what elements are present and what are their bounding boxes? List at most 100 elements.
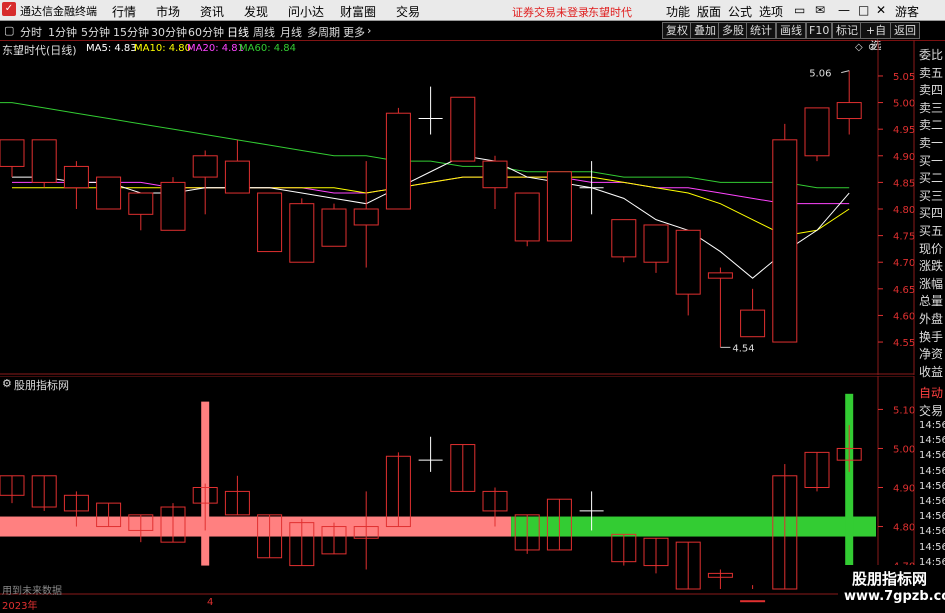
candle-body (675, 229, 701, 295)
main-kline-panel[interactable]: 5.05 5.00 4.95 4.90 4.85 4.80 4.75 4.70 4.65 4.60… (0, 39, 945, 375)
watermark-box: 股朋指标网 www.7gpzb.com (838, 565, 945, 609)
menu-gongshi[interactable]: 公式 (728, 3, 752, 20)
candle-body (836, 102, 862, 120)
collapse-icon[interactable]: ⊘ (868, 42, 876, 53)
candle-body (63, 165, 89, 189)
tongji-button[interactable]: 统计 (746, 22, 776, 39)
menu-jiaoyi[interactable]: 交易 (396, 3, 420, 20)
candle-body (482, 160, 508, 189)
green-cross-bar (845, 393, 854, 566)
maximize-icon[interactable]: □ (858, 3, 869, 17)
minimize-icon[interactable]: — (838, 3, 850, 17)
indicator-panel[interactable]: 5.105.004.904.804.70 (0, 375, 945, 609)
back-button[interactable]: 返回 (890, 22, 920, 39)
period-multi[interactable]: 多周期 (307, 24, 340, 40)
quote-label: 卖二 (919, 118, 944, 133)
period-weekly[interactable]: 周线 (253, 24, 275, 40)
indicator-candle-body (740, 600, 766, 603)
period-15min[interactable]: 15分钟 (113, 24, 149, 40)
auto-trade-toggle[interactable]: 自动 (919, 384, 943, 401)
menu-xuanxiang[interactable]: 选项 (759, 3, 783, 20)
price-tick-label: 4.95 (893, 125, 915, 136)
price-tick-label: 5.05 (893, 72, 915, 83)
menu-banmian[interactable]: 版面 (697, 3, 721, 20)
green-band (511, 516, 876, 537)
menu-shichang[interactable]: 市场 (156, 3, 180, 20)
quote-label: 卖一 (919, 136, 944, 150)
trade-login-notice[interactable]: 证券交易未登录 (512, 4, 589, 20)
quote-label: 涨幅 (919, 276, 944, 291)
period-fenshi[interactable]: 分时 (20, 24, 42, 40)
menu-wenxiaoda[interactable]: 问小达 (288, 3, 324, 20)
skin-icon[interactable]: ▭ (794, 3, 805, 17)
period-5min[interactable]: 5分钟 (81, 24, 110, 40)
settings-icon[interactable]: ◇ (855, 42, 863, 53)
indicator-tick-label: 4.80 (893, 523, 915, 534)
quote-label: 涨跌 (919, 259, 944, 274)
menu-bar: ✓ 通达信金融终端 行情 市场 资讯 发现 问小达 财富圈 交易 证券交易未登录… (0, 0, 945, 21)
candle-body (192, 155, 218, 178)
quote-label: 现价 (919, 241, 944, 256)
menu-hangqing[interactable]: 行情 (112, 3, 136, 20)
high-marker-label: 5.06 (809, 69, 831, 80)
candle-body (31, 139, 57, 183)
indicator-tick-label: 5.10 (893, 405, 915, 416)
f10-button[interactable]: F10 (806, 22, 832, 39)
quote-label: 收益 (919, 364, 944, 379)
candle-body (772, 139, 798, 343)
price-tick-label: 4.80 (893, 205, 915, 216)
huaxian-button[interactable]: 画线 (776, 22, 806, 39)
duogu-button[interactable]: 多股 (718, 22, 748, 39)
indicator-gear-icon[interactable]: ⚙ (2, 377, 12, 390)
trade-label: 交易 (919, 404, 944, 418)
tick-time: 14:56 (919, 480, 945, 492)
tick-time: 14:56 (919, 450, 945, 462)
ma20-legend: MA20: 4.81 (187, 43, 245, 54)
high-marker-arrow (841, 70, 850, 74)
candle-body (514, 192, 540, 242)
price-tick-label: 4.60 (893, 311, 915, 322)
more-chevron-icon[interactable]: › (367, 24, 371, 37)
fuquan-button[interactable]: 复权 (662, 22, 692, 39)
period-60min[interactable]: 60分钟 (188, 24, 224, 40)
chart-title: 东望时代(日线) (2, 44, 77, 57)
period-30min[interactable]: 30分钟 (151, 24, 187, 40)
candle-body (321, 208, 347, 247)
candle-body (0, 139, 25, 167)
diejia-button[interactable]: 叠加 (690, 22, 720, 39)
price-tick-label: 4.90 (893, 152, 915, 163)
ma5-line (12, 155, 850, 279)
mail-icon[interactable]: ✉ (815, 3, 825, 17)
menu-gongneng[interactable]: 功能 (666, 3, 690, 20)
indicator-chart[interactable]: 5.105.004.904.804.70 (0, 375, 945, 609)
period-1min[interactable]: 1分钟 (48, 24, 77, 40)
period-toolbar: ▢ 分时 1分钟 5分钟 15分钟 30分钟 60分钟 日线 周线 月线 多周期… (0, 21, 945, 52)
watermark-title: 股朋指标网 (852, 570, 928, 588)
biaoji-button[interactable]: 标记 (832, 22, 862, 39)
menu-zixun[interactable]: 资讯 (200, 3, 224, 20)
menu-faxian[interactable]: 发现 (244, 3, 268, 20)
quote-label: 买四 (919, 206, 944, 221)
current-stock-name: 东望时代 (588, 6, 632, 19)
menu-caifuquan[interactable]: 财富圈 (340, 3, 376, 20)
price-tick-label: 4.55 (893, 338, 915, 349)
quote-label: 卖三 (919, 100, 944, 115)
period-more[interactable]: 更多 (343, 24, 365, 40)
period-monthly[interactable]: 月线 (280, 24, 302, 40)
candle-body (257, 192, 283, 253)
close-icon[interactable]: ✕ (876, 3, 886, 17)
add-favorite-button[interactable]: +自选 (860, 22, 892, 52)
x-axis-month: 4 (207, 597, 214, 608)
candle-body (546, 171, 572, 242)
guest-user[interactable]: 游客 (895, 3, 919, 20)
quote-label: 净资 (919, 347, 944, 362)
tick-time: 14:56 (919, 496, 945, 507)
period-daily[interactable]: 日线 (227, 24, 249, 40)
scroll-left-icon[interactable]: ▢ (4, 24, 14, 37)
ma5-legend: MA5: 4.83 (86, 43, 137, 54)
candle-body (707, 272, 733, 279)
quote-label: 买二 (919, 171, 944, 186)
kline-chart[interactable]: 5.05 5.00 4.95 4.90 4.85 4.80 4.75 4.70 4.65 4.60… (0, 39, 945, 375)
future-data-note: 用到未来数据 (2, 586, 62, 597)
quote-label: 买三 (919, 188, 944, 203)
